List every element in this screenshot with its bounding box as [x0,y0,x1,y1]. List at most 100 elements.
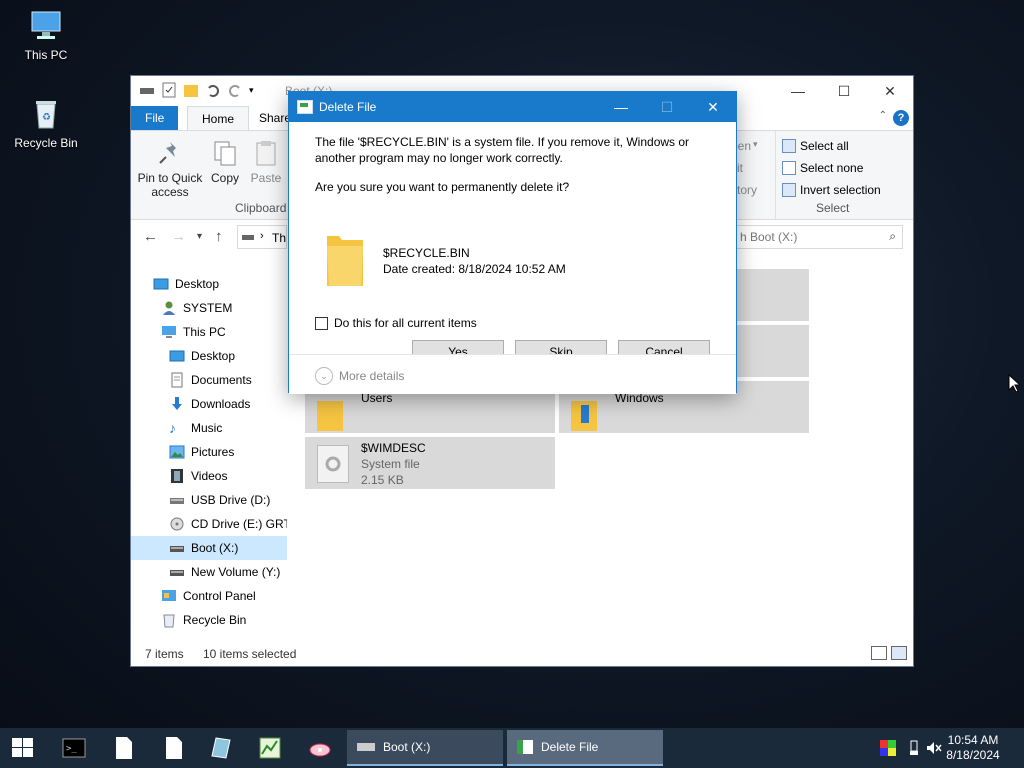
svg-text:>_: >_ [66,744,77,754]
clock-time: 10:54 AM [947,733,999,747]
minimize-icon[interactable]: — [775,76,821,106]
clock-date: 8/18/2024 [946,748,1000,762]
edit-partial-label[interactable]: it [737,161,743,175]
nav-item-pictures[interactable]: Pictures [169,440,234,464]
cd-burn-icon[interactable] [308,736,332,760]
nav-item-usb-drive[interactable]: USB Drive (D:) [169,488,270,512]
nav-item-label: New Volume (Y:) [191,565,281,579]
undo-icon[interactable] [205,82,221,98]
chevron-down-icon: ⌄ [315,367,333,385]
windows-logo-icon [581,405,589,423]
delete-file-dialog: Delete File — ☐ ✕ The file '$RECYCLE.BIN… [288,91,737,394]
minimize-icon[interactable]: — [598,92,644,122]
start-button[interactable] [12,738,34,758]
taskbar-task-boot-drive[interactable]: Boot (X:) [347,730,503,766]
command-prompt-icon[interactable]: >_ [62,736,86,760]
drive-icon [357,743,375,751]
clock[interactable]: 10:54 AM 8/18/2024 [938,733,1008,763]
address-text: Th [272,231,287,245]
redo-icon[interactable] [227,82,243,98]
desktop-icon [169,348,185,364]
selected-count: 10 items selected [203,647,297,661]
address-bar[interactable]: › Th [237,225,287,249]
nav-item-downloads[interactable]: Downloads [169,392,250,416]
chevron-down-icon[interactable]: ▾ [249,82,265,98]
copy-button[interactable]: Copy [207,139,243,185]
usb-icon[interactable] [906,740,922,756]
clipboard-group-label: Clipboard [235,201,287,215]
confirm-question: Are you sure you want to permanently del… [315,180,570,194]
window-controls: — ☐ ✕ [775,76,913,106]
more-details-toggle[interactable]: ⌄ More details [315,367,404,385]
apply-all-checkbox[interactable] [315,316,328,330]
apply-all-row[interactable]: Do this for all current items [315,316,477,330]
close-icon[interactable]: ✕ [867,76,913,106]
pin-to-quick-access-button[interactable]: Pin to Quick access [137,139,203,199]
drive-icon [139,82,155,98]
nav-item-control-panel[interactable]: Control Panel [161,584,256,608]
drive-icon [169,564,185,580]
details-view-icon[interactable] [871,646,887,660]
dialog-titlebar[interactable]: Delete File — ☐ ✕ [289,92,736,122]
nav-item-music[interactable]: ♪ Music [169,416,222,440]
select-group-label: Select [816,201,850,215]
document-icon [169,372,185,388]
system-tray: 10:54 AM 8/18/2024 [854,728,1024,768]
properties-icon[interactable] [161,82,177,98]
notepad-icon[interactable] [112,736,136,760]
large-icons-view-icon[interactable] [891,646,907,660]
desktop-icon-this-pc[interactable]: This PC [6,8,86,62]
desktop-icon-label: This PC [24,48,68,62]
computer-icon [161,324,177,340]
nav-item-documents[interactable]: Documents [169,368,252,392]
desktop-icon-recycle-bin[interactable]: ♻ Recycle Bin [6,96,86,150]
nav-item-desktop-root[interactable]: Desktop [153,272,219,296]
invert-selection-button[interactable]: Invert selection [782,183,881,197]
nav-item-cd-drive[interactable]: CD Drive (E:) GRTM [169,512,287,536]
breadcrumb-chevron-icon: › [260,230,264,242]
nav-item-recycle-bin[interactable]: Recycle Bin [161,608,246,632]
file-size: 2.15 KB [361,473,404,487]
file-tile-wimdesc[interactable]: $WIMDESC System file 2.15 KB [305,437,555,489]
nav-item-desktop[interactable]: Desktop [169,344,235,368]
tab-file[interactable]: File [131,106,179,130]
nav-item-boot-drive[interactable]: Boot (X:) [131,536,287,560]
taskbar-task-delete-file[interactable]: Delete File [507,730,663,766]
mouse-cursor-icon [1008,374,1020,393]
disk-tool-icon[interactable] [210,736,234,760]
windows-logo-icon [23,748,33,757]
system-file-icon [317,445,349,483]
close-icon[interactable]: ✕ [690,92,736,122]
recycle-bin-icon: ♻ [28,96,64,132]
task-manager-icon[interactable] [258,736,282,760]
svg-text:♻: ♻ [42,112,51,123]
document-icon[interactable] [162,736,186,760]
up-arrow-icon[interactable]: ↑ [215,228,223,245]
help-icon[interactable]: ? [893,110,909,126]
cd-drive-icon [169,516,185,532]
more-details-label: More details [339,369,405,383]
select-all-button[interactable]: Select all [782,139,849,153]
maximize-icon: ☐ [660,98,674,115]
nav-item-label: Recycle Bin [183,613,247,627]
delete-file-icon [517,740,533,754]
forward-arrow-icon[interactable]: → [171,228,186,245]
select-none-button[interactable]: Select none [782,161,863,175]
chevron-up-icon[interactable]: ⌃ [879,110,887,121]
nav-item-label: CD Drive (E:) GRTM [191,517,287,531]
search-input[interactable]: h Boot (X:) ⌕ [735,225,903,249]
copy-label: Copy [210,171,239,185]
recent-chevron-icon[interactable]: ▾ [197,231,202,242]
nav-item-system[interactable]: SYSTEM [161,296,232,320]
select-group: Select all Select none Invert selection … [775,131,887,219]
color-palette-icon[interactable] [880,740,896,756]
music-note-icon: ♪ [169,420,176,436]
new-folder-icon[interactable] [183,82,199,98]
tab-home[interactable]: Home [187,106,250,130]
nav-item-new-volume[interactable]: New Volume (Y:) [169,560,280,584]
paste-button[interactable]: Paste [249,139,283,185]
nav-item-this-pc[interactable]: This PC [161,320,226,344]
maximize-icon[interactable]: ☐ [821,76,867,106]
back-arrow-icon[interactable]: ← [143,228,158,245]
nav-item-videos[interactable]: Videos [169,464,227,488]
